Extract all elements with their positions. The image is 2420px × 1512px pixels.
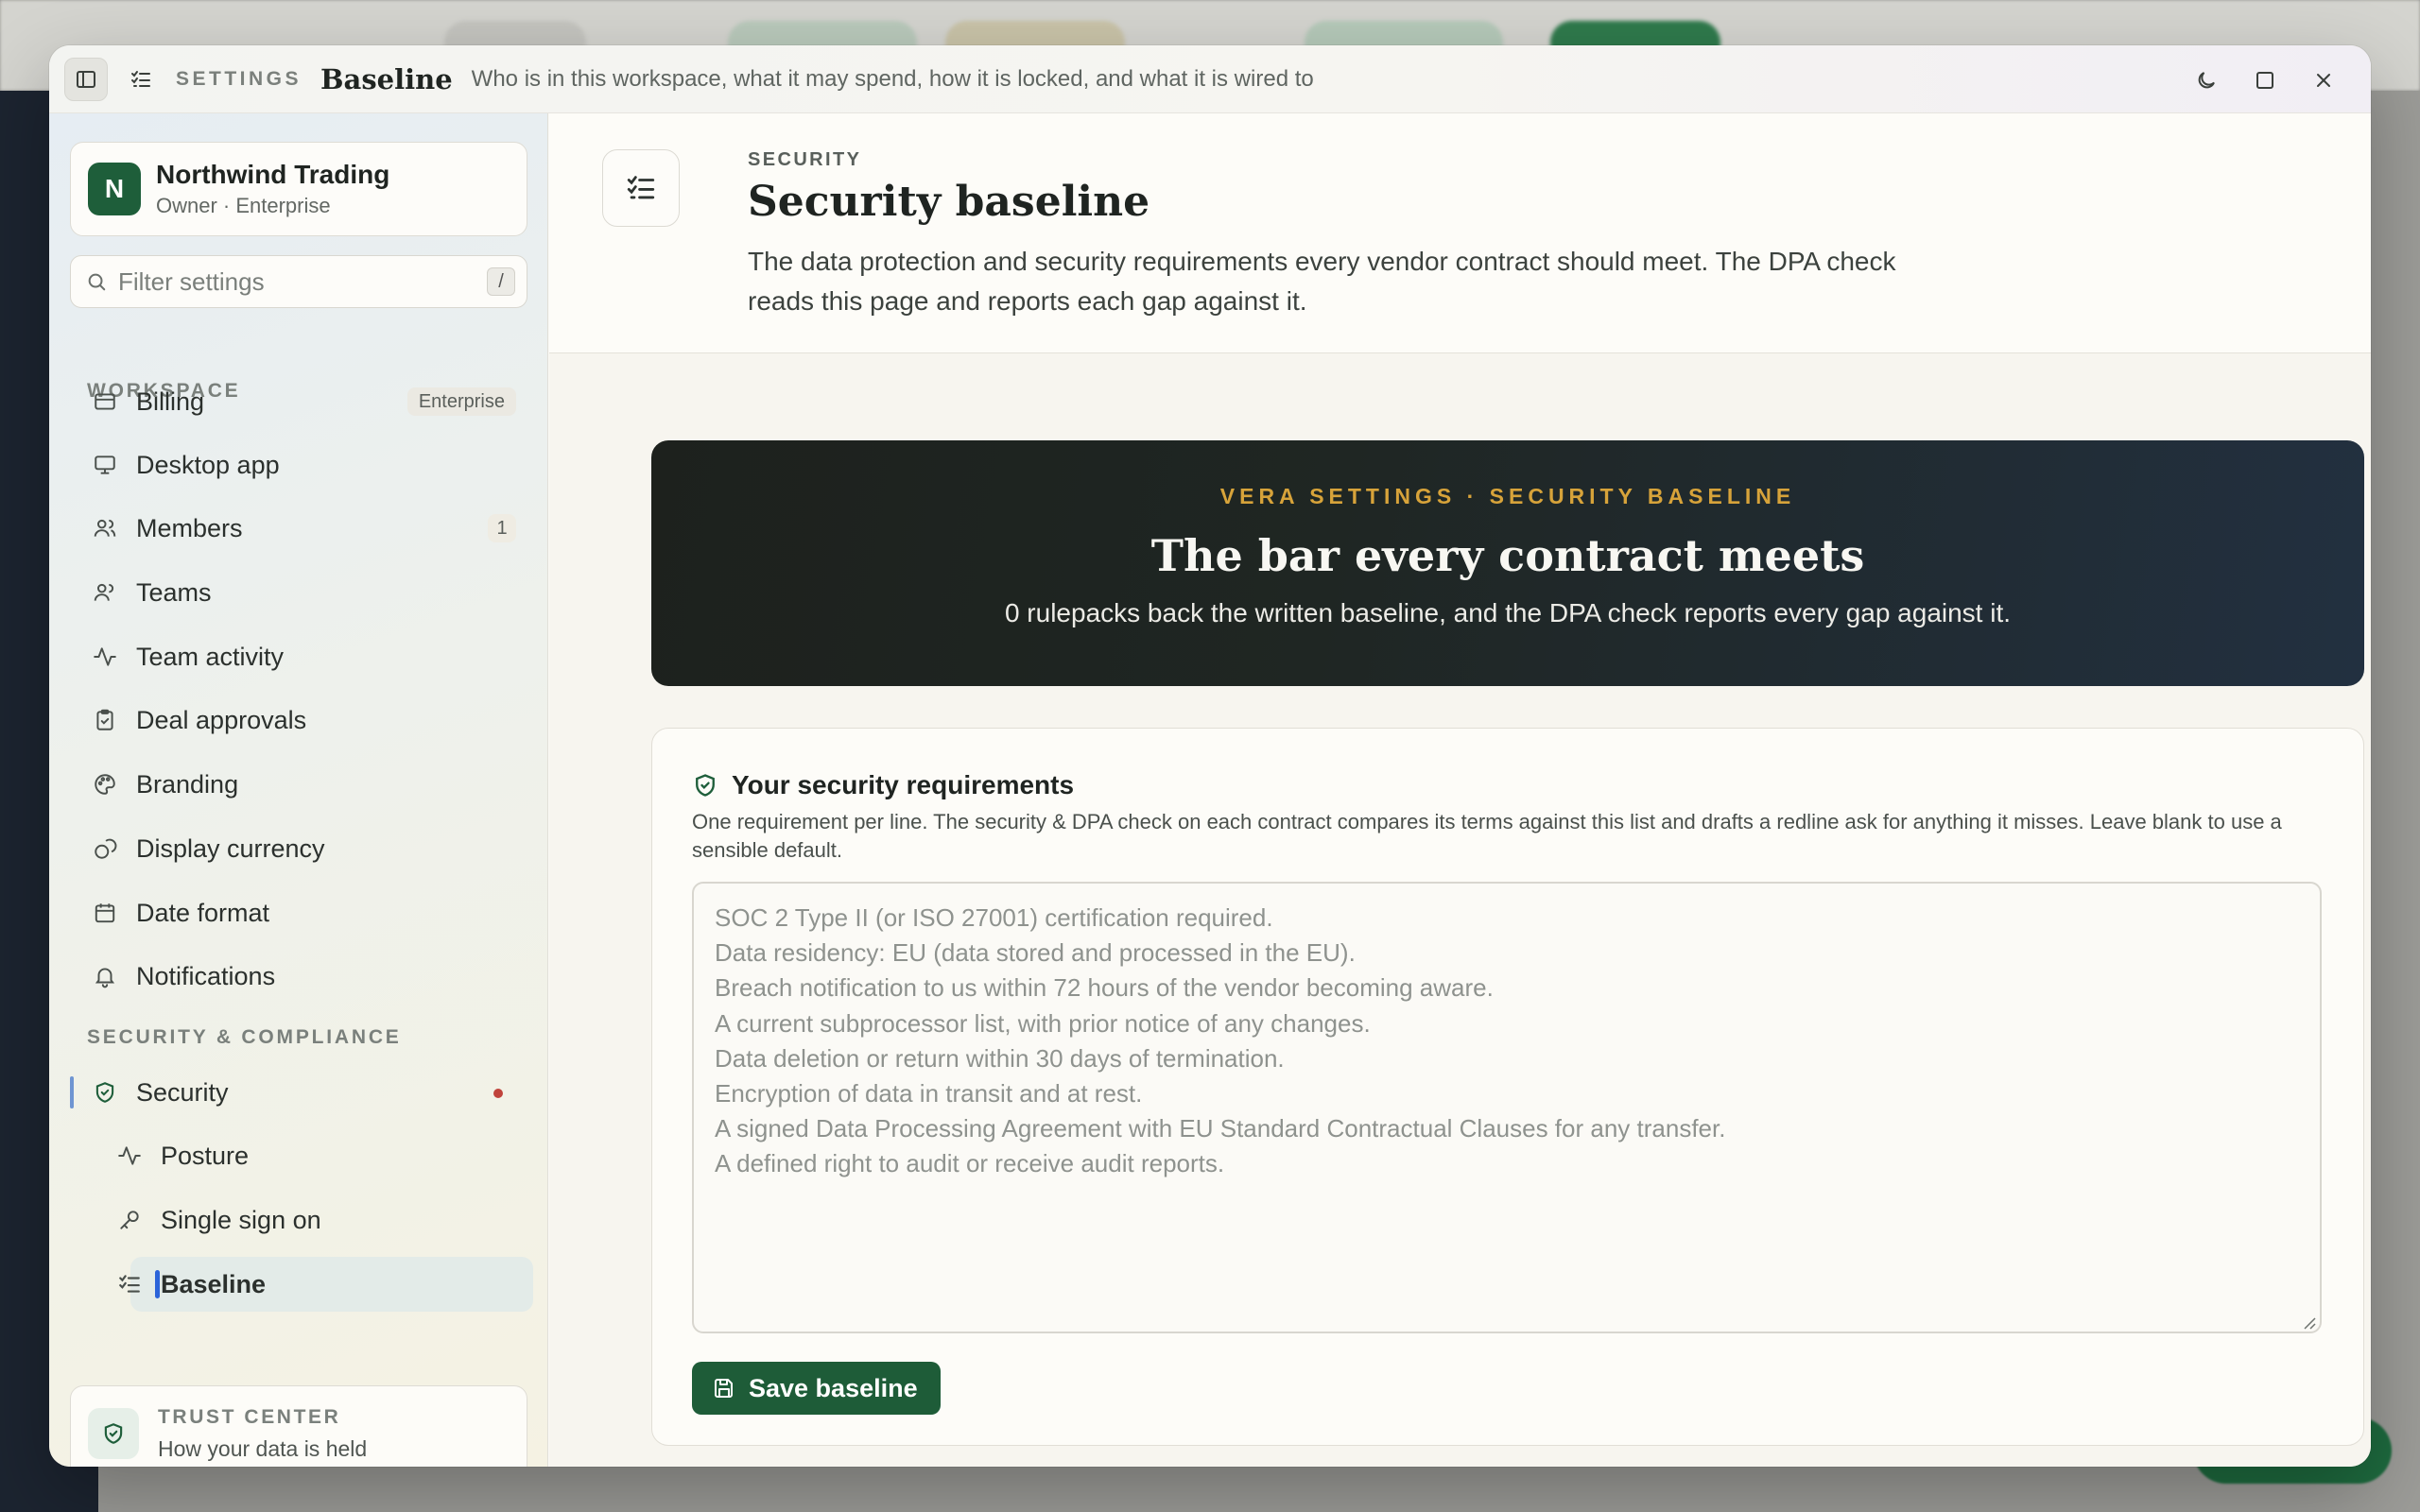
moon-icon: [2195, 69, 2218, 92]
settings-modal: SETTINGS Baseline Who is in this workspa…: [49, 45, 2371, 1467]
requirements-card: Your security requirements One requireme…: [651, 728, 2364, 1446]
sidebar-item-label: Branding: [136, 769, 239, 799]
resize-handle-icon[interactable]: [2301, 1314, 2316, 1334]
page-title: Security baseline: [748, 178, 1150, 226]
sidebar-item-teams[interactable]: Teams: [70, 565, 533, 620]
sidebar-item-label: Billing: [136, 387, 205, 416]
members-count-badge: 1: [488, 514, 516, 542]
monitor-icon: [93, 453, 121, 477]
hero-banner: VERA SETTINGS · SECURITY BASELINE The ba…: [651, 440, 2364, 686]
settings-content: SECURITY Security baseline The data prot…: [549, 113, 2371, 1467]
sidebar-item-label: Teams: [136, 577, 212, 607]
sidebar-item-label: Posture: [161, 1141, 250, 1170]
sidebar-item-deal-approvals[interactable]: Deal approvals: [70, 693, 533, 747]
sidebar-item-desktop-app[interactable]: Desktop app: [70, 438, 533, 492]
key-icon: [117, 1208, 146, 1232]
sidebar-icon: [75, 68, 97, 91]
sidebar-item-label: Security: [136, 1077, 229, 1107]
sidebar-item-label: Desktop app: [136, 450, 280, 479]
trust-center-card[interactable]: TRUST CENTER How your data is held: [70, 1385, 527, 1467]
page-description: The data protection and security require…: [748, 247, 1896, 316]
titlebar: SETTINGS Baseline Who is in this workspa…: [49, 45, 2371, 113]
search-icon: [86, 271, 107, 292]
sidebar-item-label: Team activity: [136, 642, 285, 671]
bell-icon: [93, 964, 121, 988]
shield-check-icon: [692, 772, 718, 799]
list-check-icon: [602, 149, 680, 227]
filter-settings-input[interactable]: [118, 266, 458, 297]
calendar-icon: [93, 901, 121, 925]
page-header: SECURITY Security baseline The data prot…: [549, 113, 2371, 353]
sidebar-item-label: Display currency: [136, 833, 325, 863]
sidebar-item-label: Members: [136, 513, 243, 542]
sidebar-item-members[interactable]: Members 1: [70, 501, 533, 556]
sidebar-item-label: Single sign on: [161, 1205, 321, 1234]
sidebar-item-single-sign-on[interactable]: Single sign on: [70, 1193, 533, 1247]
sidebar-item-billing[interactable]: Billing Enterprise: [70, 374, 533, 429]
section-label-security: SECURITY & COMPLIANCE: [87, 1026, 402, 1048]
maximize-button[interactable]: [2242, 58, 2288, 103]
security-alert-dot: [493, 1089, 503, 1098]
plan-badge: Enterprise: [406, 387, 516, 416]
palette-icon: [93, 772, 121, 797]
sidebar-item-notifications[interactable]: Notifications: [70, 949, 533, 1004]
page-eyebrow: SECURITY: [748, 149, 862, 170]
shield-check-icon: [88, 1408, 139, 1459]
sidebar-item-branding[interactable]: Branding: [70, 757, 533, 812]
clipboard-check-icon: [93, 708, 121, 732]
workspace-role: Owner · Enterprise: [156, 194, 331, 217]
settings-sidebar: N Northwind Trading Owner · Enterprise /…: [49, 113, 548, 1467]
activity-icon: [93, 644, 121, 669]
sidebar-item-label: Baseline: [161, 1269, 267, 1298]
sidebar-item-team-activity[interactable]: Team activity: [70, 629, 533, 684]
sidebar-item-date-format[interactable]: Date format: [70, 885, 533, 940]
baseline-icon: [119, 58, 163, 101]
users-icon: [93, 516, 121, 541]
titlebar-description: Who is in this workspace, what it may sp…: [471, 65, 1314, 92]
sidebar-item-posture[interactable]: Posture: [70, 1128, 533, 1183]
sidebar-item-security[interactable]: Security: [70, 1065, 533, 1120]
requirements-textarea[interactable]: [692, 882, 2322, 1333]
workspace-switcher[interactable]: N Northwind Trading Owner · Enterprise: [70, 142, 527, 236]
active-indicator: [155, 1270, 160, 1298]
requirements-help: One requirement per line. The security &…: [692, 810, 2282, 862]
hero-title: The bar every contract meets: [1150, 530, 1865, 581]
breadcrumb-page: Baseline: [320, 62, 453, 95]
section-indicator: [70, 1076, 74, 1108]
hero-subtitle: 0 rulepacks back the written baseline, a…: [1004, 598, 2012, 627]
team-icon: [93, 580, 121, 605]
sidebar-item-baseline[interactable]: Baseline: [119, 1257, 533, 1312]
shortcut-key: /: [487, 267, 515, 296]
theme-toggle-button[interactable]: [2184, 58, 2229, 103]
shield-check-icon: [93, 1080, 121, 1105]
workspace-name: Northwind Trading: [156, 160, 390, 189]
sidebar-item-label: Date format: [136, 898, 270, 927]
save-baseline-button[interactable]: Save baseline: [692, 1362, 941, 1415]
breadcrumb-section: SETTINGS: [176, 67, 302, 90]
save-icon: [713, 1377, 735, 1400]
requirements-title: Your security requirements: [732, 770, 1075, 799]
save-button-label: Save baseline: [749, 1373, 918, 1402]
sidebar-item-display-currency[interactable]: Display currency: [70, 821, 533, 876]
maximize-icon: [2254, 69, 2276, 92]
sidebar-item-label: Deal approvals: [136, 705, 307, 734]
toggle-sidebar-button[interactable]: [64, 57, 108, 101]
workspace-avatar: N: [88, 163, 141, 215]
activity-icon: [117, 1143, 146, 1168]
sidebar-item-label: Notifications: [136, 961, 276, 990]
close-button[interactable]: [2301, 58, 2346, 103]
trust-center-title: TRUST CENTER: [158, 1405, 341, 1428]
coins-icon: [93, 836, 121, 861]
list-check-icon: [117, 1272, 146, 1297]
trust-center-subtitle: How your data is held: [158, 1435, 368, 1461]
credit-card-icon: [93, 389, 121, 414]
close-icon: [2312, 69, 2335, 92]
filter-settings: /: [70, 255, 527, 308]
hero-kicker: VERA SETTINGS · SECURITY BASELINE: [1219, 484, 1796, 508]
